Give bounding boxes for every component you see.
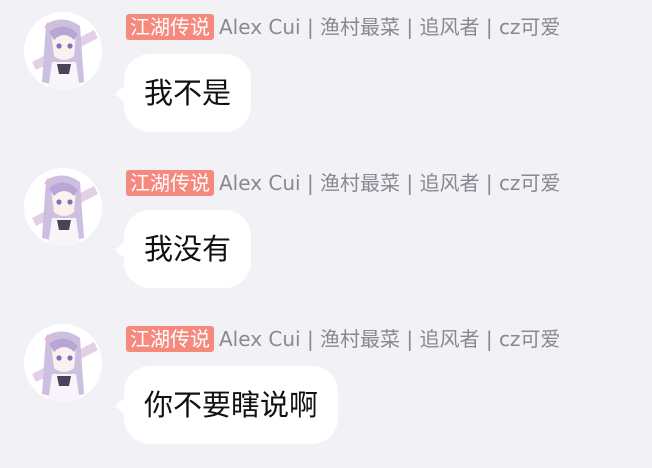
avatar[interactable]	[24, 168, 102, 246]
anime-girl-avatar-icon	[24, 168, 102, 246]
sender-name[interactable]: Alex Cui | 渔村最菜 | 追风者 | cz可爱	[219, 324, 560, 354]
message-header: 江湖传说 Alex Cui | 渔村最菜 | 追风者 | cz可爱	[126, 12, 560, 42]
title-badge: 江湖传说	[126, 170, 214, 196]
message-text: 我没有	[144, 232, 232, 266]
anime-girl-avatar-icon	[24, 324, 102, 402]
message-bubble-wrap: 我没有	[115, 210, 252, 288]
message-header: 江湖传说 Alex Cui | 渔村最菜 | 追风者 | cz可爱	[126, 324, 560, 354]
message-bubble[interactable]: 我不是	[115, 54, 252, 132]
message-text: 我不是	[144, 76, 232, 110]
anime-girl-avatar-icon	[24, 12, 102, 90]
sender-name[interactable]: Alex Cui | 渔村最菜 | 追风者 | cz可爱	[219, 168, 560, 198]
chat-message: 江湖传说 Alex Cui | 渔村最菜 | 追风者 | cz可爱 你不要瞎说啊	[0, 312, 652, 462]
chat-message: 江湖传说 Alex Cui | 渔村最菜 | 追风者 | cz可爱 我没有	[0, 156, 652, 306]
bubble-tail	[115, 84, 127, 104]
avatar[interactable]	[24, 324, 102, 402]
bubble-tail	[115, 240, 127, 260]
bubble-tail	[115, 396, 127, 416]
message-bubble[interactable]: 我没有	[115, 210, 252, 288]
title-badge: 江湖传说	[126, 14, 214, 40]
avatar[interactable]	[24, 12, 102, 90]
sender-name[interactable]: Alex Cui | 渔村最菜 | 追风者 | cz可爱	[219, 12, 560, 42]
message-bubble-wrap: 你不要瞎说啊	[115, 366, 339, 444]
title-badge: 江湖传说	[126, 326, 214, 352]
message-bubble[interactable]: 你不要瞎说啊	[115, 366, 339, 444]
message-header: 江湖传说 Alex Cui | 渔村最菜 | 追风者 | cz可爱	[126, 168, 560, 198]
chat-message: 江湖传说 Alex Cui | 渔村最菜 | 追风者 | cz可爱 我不是	[0, 0, 652, 150]
message-bubble-wrap: 我不是	[115, 54, 252, 132]
message-text: 你不要瞎说啊	[144, 388, 319, 422]
